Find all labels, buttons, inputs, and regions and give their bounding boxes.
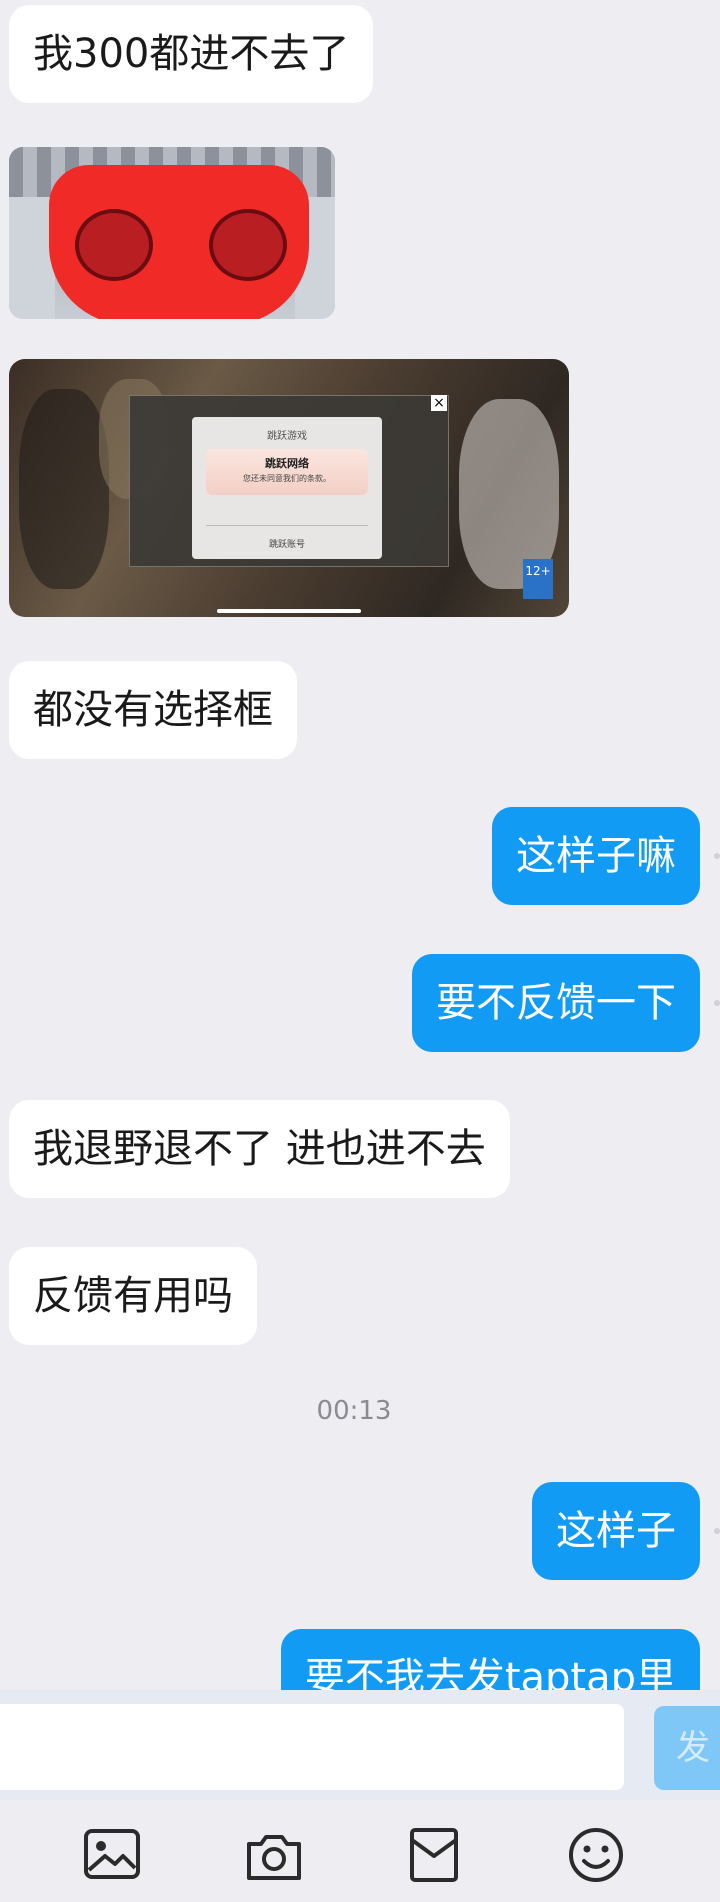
message-text: 这样子嘛 xyxy=(516,833,676,879)
send-button[interactable]: 发 xyxy=(654,1706,720,1790)
message-bubble-incoming[interactable]: 我300都进不去了 xyxy=(9,5,374,103)
message-bubble-incoming[interactable]: 都没有选择框 xyxy=(9,661,297,759)
message-text: 要不反馈一下 xyxy=(436,980,676,1026)
screenshot-login-panel: 跳跃游戏 跳跃网络 您还未同意我们的条款。 跳跃账号 xyxy=(192,417,382,559)
screenshot-card-subtitle: 您还未同意我们的条款。 xyxy=(243,474,331,483)
chat-input-bar: 发 xyxy=(0,1690,720,1800)
sticker-eye-right xyxy=(209,209,287,281)
chat-toolbar xyxy=(0,1800,720,1902)
message-timestamp: 00:13 xyxy=(316,1396,392,1426)
message-bubble-incoming[interactable]: 我退野退不了 进也进不去 xyxy=(9,1100,510,1198)
message-text: 我退野退不了 进也进不去 xyxy=(33,1126,486,1172)
message-text: 这样子 xyxy=(556,1508,676,1554)
screenshot-card-title: 跳跃网络 xyxy=(265,457,309,470)
sticker-image[interactable] xyxy=(9,147,335,319)
age-rating-badge: 12+ xyxy=(523,559,553,599)
message-list[interactable]: 我300都进不去了 × 跳跃游戏 跳跃网络 您还未同意我们的条款。 跳跃账号 1… xyxy=(0,0,720,1690)
screenshot-close-icon: × xyxy=(431,395,447,411)
message-bubble-outgoing[interactable]: 这样子嘛 xyxy=(492,807,700,905)
screenshot-account-link: 跳跃账号 xyxy=(268,540,305,550)
message-text: 反馈有用吗 xyxy=(33,1273,233,1319)
message-text: 要不我去发taptap里 xyxy=(304,1655,676,1690)
message-status-dot xyxy=(714,1528,720,1534)
image-icon[interactable] xyxy=(83,1826,141,1884)
message-input[interactable] xyxy=(0,1704,624,1790)
screenshot-dialog-title: 跳跃游戏 xyxy=(267,431,307,442)
message-bubble-outgoing[interactable]: 要不我去发taptap里 xyxy=(280,1629,700,1690)
game-screenshot-image[interactable]: × 跳跃游戏 跳跃网络 您还未同意我们的条款。 跳跃账号 12+ xyxy=(9,359,569,617)
message-bubble-outgoing[interactable]: 要不反馈一下 xyxy=(412,954,700,1052)
message-status-dot xyxy=(714,1000,720,1006)
message-bubble-incoming[interactable]: 反馈有用吗 xyxy=(9,1247,257,1345)
camera-icon[interactable] xyxy=(245,1826,303,1884)
screenshot-figure xyxy=(19,389,109,589)
screenshot-card: 跳跃网络 您还未同意我们的条款。 xyxy=(206,449,368,495)
message-text: 都没有选择框 xyxy=(33,687,273,733)
message-bubble-outgoing[interactable]: 这样子 xyxy=(532,1482,700,1580)
screenshot-divider xyxy=(206,525,368,526)
sticker-eye-left xyxy=(75,209,153,281)
envelope-icon[interactable] xyxy=(405,1826,463,1884)
message-status-dot xyxy=(714,853,720,859)
emoji-icon[interactable] xyxy=(567,1826,625,1884)
screenshot-home-indicator xyxy=(217,609,361,613)
message-text: 我300都进不去了 xyxy=(33,31,350,77)
